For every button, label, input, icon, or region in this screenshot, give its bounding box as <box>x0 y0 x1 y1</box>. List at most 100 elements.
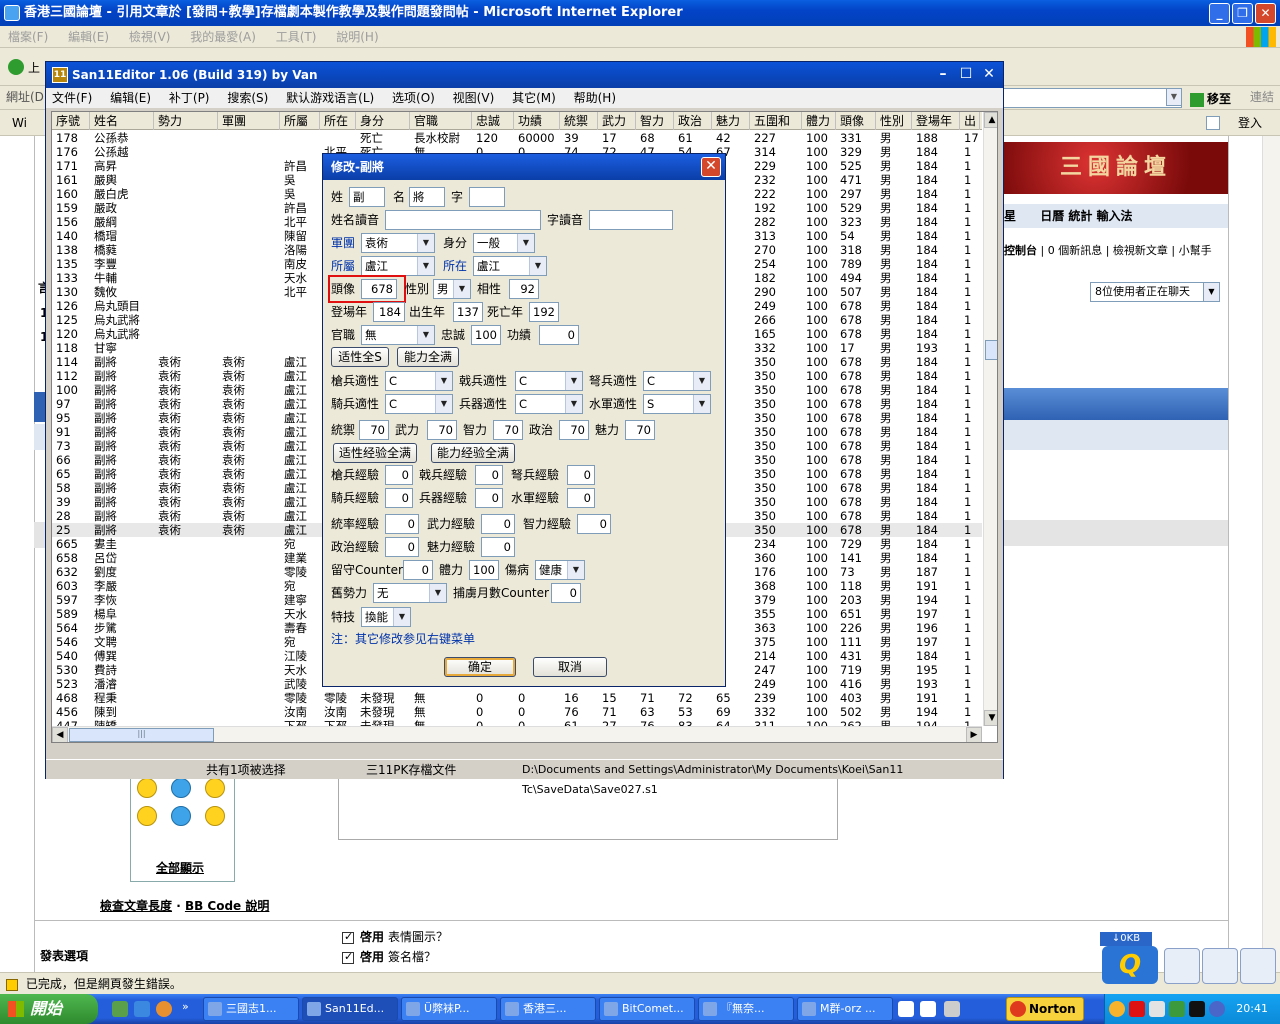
menu-help[interactable]: 說明(H) <box>336 30 378 44</box>
column-header[interactable]: 所在 <box>320 112 356 130</box>
style-reading-input[interactable] <box>589 210 673 230</box>
tray-icon[interactable] <box>1169 1001 1185 1017</box>
bbcode-link[interactable]: BB Code 說明 <box>185 899 269 913</box>
taskbar-item[interactable]: Ü弊袜P... <box>401 997 497 1021</box>
checkbox-checked-icon[interactable] <box>342 950 354 964</box>
bow-select[interactable]: C <box>643 371 711 391</box>
option-smilies[interactable]: 啓用表情圖示？ <box>342 928 448 945</box>
taskbar-item[interactable]: BitComet... <box>599 997 695 1021</box>
merit-input[interactable]: 0 <box>539 325 579 345</box>
gender-select[interactable]: 男 <box>433 279 471 299</box>
menu-edit[interactable]: 编辑(E) <box>110 91 151 105</box>
column-header[interactable]: 智力 <box>636 112 674 130</box>
column-header[interactable]: 魅力 <box>712 112 750 130</box>
all-s-button[interactable]: 适性全S <box>331 347 389 367</box>
cav-exp-input[interactable]: 0 <box>385 488 413 508</box>
column-header[interactable]: 統禦 <box>560 112 598 130</box>
rank-select[interactable]: 無 <box>361 325 435 345</box>
tray-icon[interactable] <box>1109 1001 1125 1017</box>
smiley-icon[interactable] <box>137 806 157 826</box>
counter-input[interactable]: 0 <box>403 560 433 580</box>
ie-quicklaunch-icon[interactable] <box>134 1001 150 1017</box>
control-panel-link[interactable]: 控制台 <box>1004 244 1037 257</box>
column-header[interactable]: 官職 <box>410 112 472 130</box>
close-button[interactable]: ✕ <box>979 65 999 85</box>
pen-icon[interactable] <box>1164 948 1200 984</box>
links-item[interactable]: Wi <box>12 110 27 136</box>
menu-patch[interactable]: 补丁(P) <box>169 91 210 105</box>
smiley-icon[interactable] <box>171 778 191 798</box>
column-header[interactable]: 五圍和 <box>750 112 802 130</box>
address-dropdown-icon[interactable]: ▼ <box>1166 88 1182 106</box>
quicklaunch-icon[interactable] <box>112 1001 128 1017</box>
surname-input[interactable]: 副 <box>349 187 385 207</box>
option-signature[interactable]: 啓用簽名檔？ <box>342 948 436 965</box>
death-input[interactable]: 192 <box>529 302 559 322</box>
bow-exp-input[interactable]: 0 <box>567 465 595 485</box>
column-header[interactable]: 體力 <box>802 112 836 130</box>
go-button[interactable]: 移至 <box>1190 88 1231 110</box>
lead-input[interactable]: 70 <box>359 420 389 440</box>
war-exp-input[interactable]: 0 <box>481 514 515 534</box>
tray-icon[interactable] <box>1189 1001 1205 1017</box>
table-row[interactable]: 178 公孫恭 死亡 長水校尉 120 60000 39 17 68 61 42 227 100 331 男… <box>52 131 982 145</box>
menu-tools[interactable]: 工具(T) <box>276 30 317 44</box>
siege-select[interactable]: C <box>515 394 583 414</box>
cancel-button[interactable]: 取消 <box>533 657 607 677</box>
siege-exp-input[interactable]: 0 <box>475 488 503 508</box>
forum-nav-left[interactable]: 星 <box>1004 209 1016 223</box>
lead-exp-input[interactable]: 0 <box>385 514 419 534</box>
wrench-icon[interactable] <box>1202 948 1238 984</box>
menu-language[interactable]: 默认游戏语言(L) <box>286 91 374 105</box>
column-header[interactable]: 性別 <box>876 112 912 130</box>
scroll-left-icon[interactable]: ◀ <box>52 727 68 742</box>
column-header[interactable]: 功績 <box>514 112 560 130</box>
smiley-icon[interactable] <box>205 806 225 826</box>
taskbar-icon[interactable] <box>898 1001 914 1017</box>
show-all-link[interactable]: 全部顯示 <box>156 859 204 876</box>
exp-all-button[interactable]: 适性经验全满 <box>333 443 417 463</box>
tray-icon[interactable] <box>1149 1001 1165 1017</box>
network-icon[interactable] <box>944 1001 960 1017</box>
column-header[interactable]: 登場年 <box>912 112 960 130</box>
start-button[interactable]: 開始 <box>0 994 98 1024</box>
column-header[interactable]: 軍團 <box>218 112 280 130</box>
search-icon[interactable] <box>1240 948 1276 984</box>
navy-select[interactable]: S <box>643 394 711 414</box>
menu-view[interactable]: 檢視(V) <box>129 30 171 44</box>
int-input[interactable]: 70 <box>493 420 523 440</box>
menu-options[interactable]: 选项(O) <box>392 91 435 105</box>
scroll-thumb[interactable]: ||| <box>69 728 214 742</box>
norton-button[interactable]: Norton <box>1006 997 1084 1021</box>
war-input[interactable]: 70 <box>427 420 457 440</box>
menu-edit[interactable]: 編輯(E) <box>68 30 109 44</box>
grid-horizontal-scrollbar[interactable]: ◀ ||| ▶ <box>52 726 982 742</box>
menu-view[interactable]: 视图(V) <box>453 91 495 105</box>
halberd-select[interactable]: C <box>515 371 583 391</box>
login-link[interactable]: 登入 <box>1238 110 1262 136</box>
portrait-input[interactable]: 678 <box>361 279 397 299</box>
tray-icon[interactable] <box>1129 1001 1145 1017</box>
maximize-button[interactable]: ☐ <box>956 65 976 85</box>
hp-input[interactable]: 100 <box>469 560 499 580</box>
menu-search[interactable]: 搜索(S) <box>227 91 268 105</box>
smiley-icon[interactable] <box>137 778 157 798</box>
qq-icon[interactable]: Q <box>1102 946 1158 984</box>
all-max-button[interactable]: 能力全满 <box>397 347 459 367</box>
taskbar-item[interactable]: 『無奈... <box>698 997 794 1021</box>
table-row[interactable]: 468 程秉 零陵 零陵 未發現無 0 0 16 15 71 72 65 239 100 403 男 191 1 <box>52 691 982 705</box>
spear-select[interactable]: C <box>385 371 453 391</box>
halberd-exp-input[interactable]: 0 <box>475 465 503 485</box>
column-header[interactable]: 出 <box>960 112 980 130</box>
help-icon[interactable] <box>920 1001 936 1017</box>
scroll-right-icon[interactable]: ▶ <box>966 727 982 742</box>
column-header[interactable]: 忠誠 <box>472 112 514 130</box>
pol-input[interactable]: 70 <box>559 420 589 440</box>
taskbar-item[interactable]: M群-orz ... <box>797 997 893 1021</box>
name-input[interactable]: 將 <box>409 187 445 207</box>
style-input[interactable] <box>469 187 505 207</box>
close-button[interactable]: ✕ <box>1255 3 1276 24</box>
checkbox-checked-icon[interactable] <box>342 930 354 944</box>
loyalty-input[interactable]: 100 <box>471 325 501 345</box>
menu-help[interactable]: 帮助(H) <box>574 91 616 105</box>
